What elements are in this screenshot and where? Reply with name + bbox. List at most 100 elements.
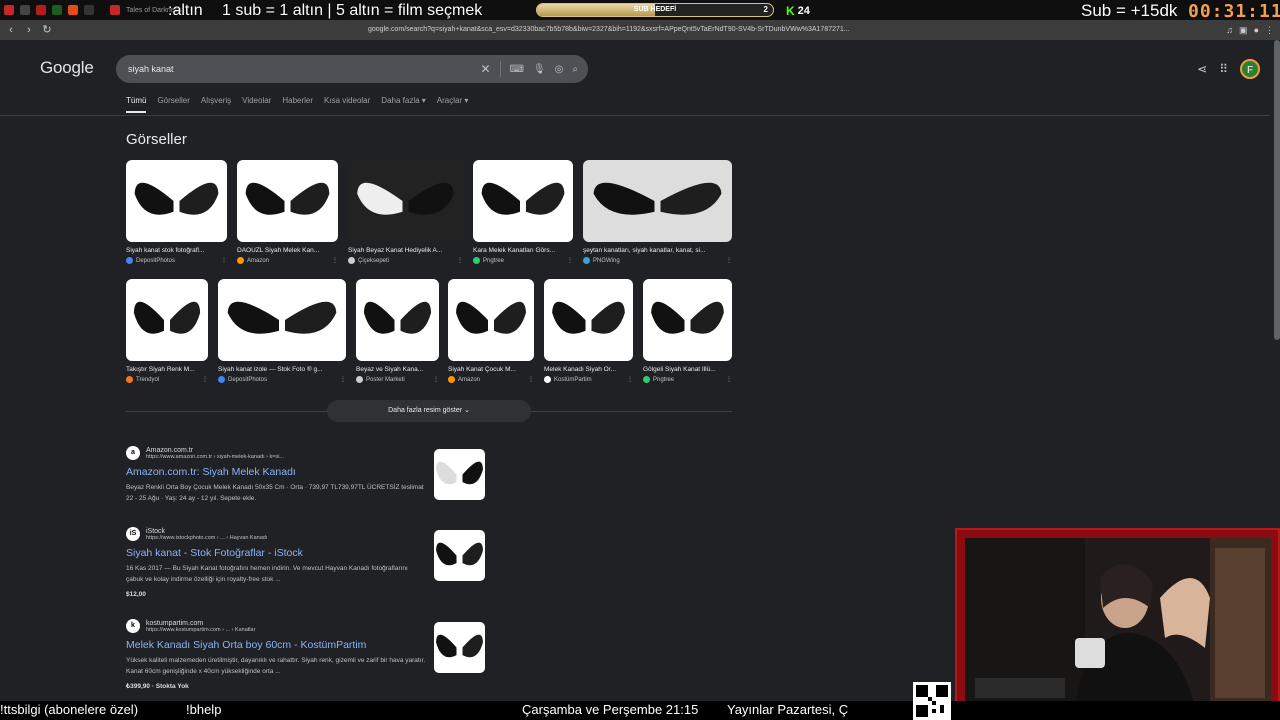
google-logo[interactable]: Google <box>40 58 94 78</box>
result-site[interactable]: a Amazon.com.tr https://www.amazon.com.t… <box>126 446 426 460</box>
tab-item[interactable]: Haberler <box>282 96 313 113</box>
tab-all[interactable]: Tümü <box>126 96 147 113</box>
image-caption[interactable]: Siyah Beyaz Kanat Hediyelik A... <box>348 247 463 254</box>
result-thumbnail[interactable] <box>434 622 485 673</box>
more-options-icon[interactable]: ⋮ <box>726 257 732 264</box>
image-caption[interactable]: Siyah kanat stok fotoğrafl... <box>126 247 227 254</box>
image-result[interactable]: Takıştır Siyah Renk M... Trendyol ⋮ <box>126 279 208 383</box>
forward-icon[interactable]: › <box>24 24 34 36</box>
image-source[interactable]: Pngtree ⋮ <box>473 257 573 264</box>
profile-icon[interactable]: ● <box>1254 25 1259 35</box>
image-thumbnail[interactable] <box>544 279 633 361</box>
image-source[interactable]: Amazon ⋮ <box>448 376 534 383</box>
image-result[interactable]: Melek Kanadı Siyah Or... KostümPartim ⋮ <box>544 279 633 383</box>
microphone-icon[interactable]: 🎙 <box>533 64 546 75</box>
image-thumbnail[interactable] <box>473 160 573 242</box>
image-result[interactable]: Siyah Beyaz Kanat Hediyelik A... Çiçekse… <box>348 160 463 264</box>
result-thumbnail[interactable] <box>434 530 485 581</box>
tab-item[interactable]: Videolar <box>242 96 271 113</box>
image-result[interactable]: Siyah kanat stok fotoğrafl... DepositPho… <box>126 160 227 264</box>
more-options-icon[interactable]: ⋮ <box>567 257 573 264</box>
more-options-icon[interactable]: ⋮ <box>457 257 463 264</box>
tab-item[interactable]: Görseller <box>157 96 189 113</box>
apps-grid-icon[interactable]: ⠿ <box>1219 62 1228 76</box>
image-thumbnail[interactable] <box>237 160 338 242</box>
music-icon[interactable]: ♫ <box>1226 25 1233 35</box>
result-title-link[interactable]: Siyah kanat - Stok Fotoğraflar - iStock <box>126 547 426 559</box>
tab-item[interactable]: Araçlar ▾ <box>437 96 469 113</box>
tab-icon[interactable] <box>36 5 46 15</box>
image-source[interactable]: Çiçeksepeti ⋮ <box>348 257 463 264</box>
image-source[interactable]: Amazon ⋮ <box>237 257 338 264</box>
image-source[interactable]: DepositPhotos ⋮ <box>218 376 346 383</box>
image-caption[interactable]: Siyah kanat izole — Stok Foto ® g... <box>218 366 346 373</box>
image-thumbnail[interactable] <box>643 279 732 361</box>
result-site[interactable]: iS iStock https://www.istockphoto.com › … <box>126 527 426 541</box>
scrollbar[interactable] <box>1274 40 1280 340</box>
image-caption[interactable]: Siyah Kanat Çocuk M... <box>448 366 534 373</box>
image-thumbnail[interactable] <box>126 160 227 242</box>
image-source[interactable]: Pngtree ⋮ <box>643 376 732 383</box>
image-caption[interactable]: Beyaz ve Siyah Kana... <box>356 366 439 373</box>
tab-icon[interactable] <box>68 5 78 15</box>
image-result[interactable]: Beyaz ve Siyah Kana... Poster Marketi ⋮ <box>356 279 439 383</box>
search-icon[interactable]: ⌕ <box>572 64 578 75</box>
more-options-icon[interactable]: ⋮ <box>528 376 534 383</box>
image-caption[interactable]: Melek Kanadı Siyah Or... <box>544 366 633 373</box>
image-result[interactable]: şeytan kanatları, siyah kanatlar, kanat,… <box>583 160 732 264</box>
result-thumbnail[interactable] <box>434 449 485 500</box>
tab-icon[interactable] <box>52 5 62 15</box>
result-site[interactable]: k kostumpartim.com https://www.kostumpar… <box>126 619 426 633</box>
image-result[interactable]: Gölgeli Siyah Kanat İllü... Pngtree ⋮ <box>643 279 732 383</box>
share-icon[interactable]: ⋖ <box>1197 62 1207 76</box>
image-thumbnail[interactable] <box>583 160 732 242</box>
image-source[interactable]: DepositPhotos ⋮ <box>126 257 227 264</box>
lens-icon[interactable]: ◎ <box>555 64 564 75</box>
result-title-link[interactable]: Amazon.com.tr: Siyah Melek Kanadı <box>126 466 426 478</box>
more-options-icon[interactable]: ⋮ <box>627 376 633 383</box>
more-options-icon[interactable]: ⋮ <box>332 257 338 264</box>
image-thumbnail[interactable] <box>448 279 534 361</box>
more-options-icon[interactable]: ⋮ <box>726 376 732 383</box>
image-result[interactable]: DAOUZL Siyah Melek Kan... Amazon ⋮ <box>237 160 338 264</box>
tab-icon[interactable] <box>20 5 30 15</box>
image-caption[interactable]: Takıştır Siyah Renk M... <box>126 366 208 373</box>
image-thumbnail[interactable] <box>356 279 439 361</box>
back-icon[interactable]: ‹ <box>6 24 16 36</box>
more-images-button[interactable]: Daha fazla resim göster ⌄ <box>327 400 531 422</box>
reload-icon[interactable]: ↻ <box>42 24 52 36</box>
more-options-icon[interactable]: ⋮ <box>221 257 227 264</box>
more-options-icon[interactable]: ⋮ <box>433 376 439 383</box>
youtube-icon[interactable] <box>4 5 14 15</box>
menu-icon[interactable]: ⋮ <box>1265 25 1274 36</box>
search-query[interactable]: siyah kanat <box>128 64 174 74</box>
image-source[interactable]: Poster Marketi ⋮ <box>356 376 439 383</box>
keyboard-icon[interactable]: ⌨ <box>510 64 524 75</box>
youtube-icon[interactable] <box>110 5 120 15</box>
image-caption[interactable]: şeytan kanatları, siyah kanatlar, kanat,… <box>583 247 732 254</box>
sidebar-icon[interactable]: ▣ <box>1239 25 1248 36</box>
image-result[interactable]: Siyah Kanat Çocuk M... Amazon ⋮ <box>448 279 534 383</box>
image-caption[interactable]: Kara Melek Kanatları Görs... <box>473 247 573 254</box>
image-thumbnail[interactable] <box>348 160 463 242</box>
avatar[interactable]: F <box>1240 59 1260 79</box>
tab-icon[interactable] <box>84 5 94 15</box>
more-options-icon[interactable]: ⋮ <box>340 376 346 383</box>
address-bar[interactable]: google.com/search?q=siyah+kanat&sca_esv=… <box>368 23 888 37</box>
tab-item[interactable]: Daha fazla ▾ <box>381 96 425 113</box>
image-source[interactable]: KostümPartim ⋮ <box>544 376 633 383</box>
image-caption[interactable]: Gölgeli Siyah Kanat İllü... <box>643 366 732 373</box>
image-caption[interactable]: DAOUZL Siyah Melek Kan... <box>237 247 338 254</box>
image-result[interactable]: Kara Melek Kanatları Görs... Pngtree ⋮ <box>473 160 573 264</box>
image-source[interactable]: Trendyol ⋮ <box>126 376 208 383</box>
image-thumbnail[interactable] <box>218 279 346 361</box>
image-result[interactable]: Siyah kanat izole — Stok Foto ® g... Dep… <box>218 279 346 383</box>
result-title-link[interactable]: Melek Kanadı Siyah Orta boy 60cm - Kostü… <box>126 639 426 651</box>
image-source[interactable]: PNGWing ⋮ <box>583 257 732 264</box>
tab-item[interactable]: Alışveriş <box>201 96 231 113</box>
image-thumbnail[interactable] <box>126 279 208 361</box>
clear-icon[interactable]: ✕ <box>480 62 490 76</box>
more-options-icon[interactable]: ⋮ <box>202 376 208 383</box>
search-input[interactable]: siyah kanat ✕ ⌨ 🎙 ◎ ⌕ <box>116 55 588 83</box>
tab-item[interactable]: Kısa videolar <box>324 96 370 113</box>
